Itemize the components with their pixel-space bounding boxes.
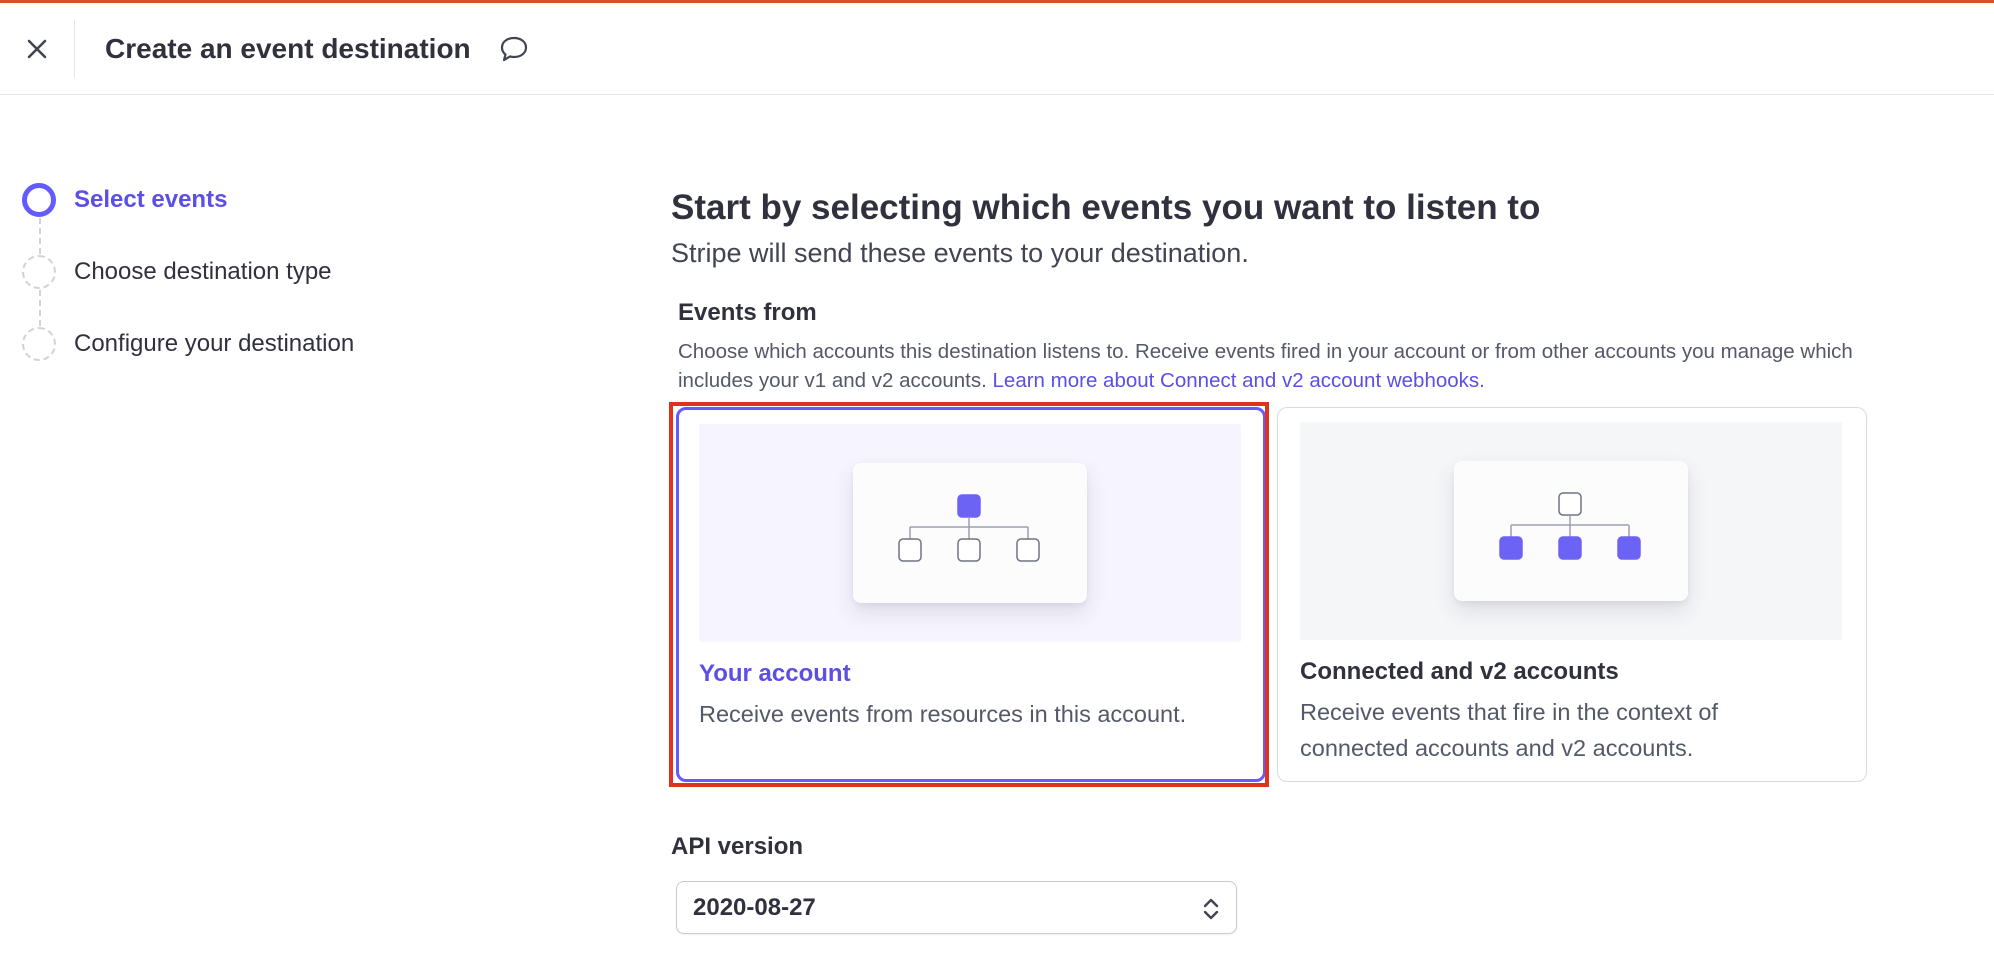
stepper: Select events Choose destination type Co… xyxy=(22,182,442,398)
step-connector xyxy=(39,218,41,254)
card-title: Your account xyxy=(699,660,851,687)
account-type-options: Your account Receive events from resourc… xyxy=(669,402,1871,787)
close-icon xyxy=(27,39,47,58)
connected-accounts-illustration xyxy=(1300,422,1842,640)
step-label: Configure your destination xyxy=(74,330,355,357)
step-connector xyxy=(39,290,41,326)
step-pending-indicator xyxy=(22,327,56,361)
card-description: Receive events that fire in the context … xyxy=(1300,699,1719,761)
api-version-label: API version xyxy=(671,833,804,860)
your-account-illustration xyxy=(699,424,1241,642)
events-from-label: Events from xyxy=(678,299,817,326)
step-configure-destination: Configure your destination xyxy=(22,326,442,362)
step-select-events[interactable]: Select events xyxy=(22,182,442,254)
step-pending-indicator xyxy=(22,255,56,289)
api-version-select[interactable]: 2020-08-27 xyxy=(676,881,1237,934)
api-version-value: 2020-08-27 xyxy=(693,893,816,921)
page-title: Create an event destination xyxy=(105,32,471,64)
your-account-card[interactable]: Your account Receive events from resourc… xyxy=(676,407,1266,782)
hierarchy-children-icon xyxy=(1499,492,1641,560)
step-active-indicator xyxy=(22,183,56,217)
header: Create an event destination xyxy=(0,3,1994,95)
section-title: Start by selecting which events you want… xyxy=(671,188,1541,227)
learn-more-link[interactable]: Learn more about Connect and v2 account … xyxy=(993,369,1485,392)
speech-bubble-icon xyxy=(500,36,527,61)
main-content: Start by selecting which events you want… xyxy=(669,180,1871,934)
feedback-button[interactable] xyxy=(499,35,529,63)
step-label: Choose destination type xyxy=(74,258,332,285)
illustration-panel xyxy=(1454,461,1688,601)
hierarchy-parent-icon xyxy=(898,494,1040,562)
header-divider xyxy=(74,19,75,78)
card-description: Receive events from resources in this ac… xyxy=(699,701,1187,727)
events-from-description: Choose which accounts this destination l… xyxy=(678,337,1878,395)
step-choose-destination-type: Choose destination type xyxy=(22,254,442,326)
close-button[interactable] xyxy=(0,3,74,95)
chevron-up-down-icon xyxy=(1203,898,1219,920)
step-label: Select events xyxy=(74,186,228,213)
illustration-panel xyxy=(853,463,1087,603)
connected-accounts-card[interactable]: Connected and v2 accounts Receive events… xyxy=(1277,407,1867,782)
card-title: Connected and v2 accounts xyxy=(1300,658,1619,685)
section-subtitle: Stripe will send these events to your de… xyxy=(671,238,1249,268)
